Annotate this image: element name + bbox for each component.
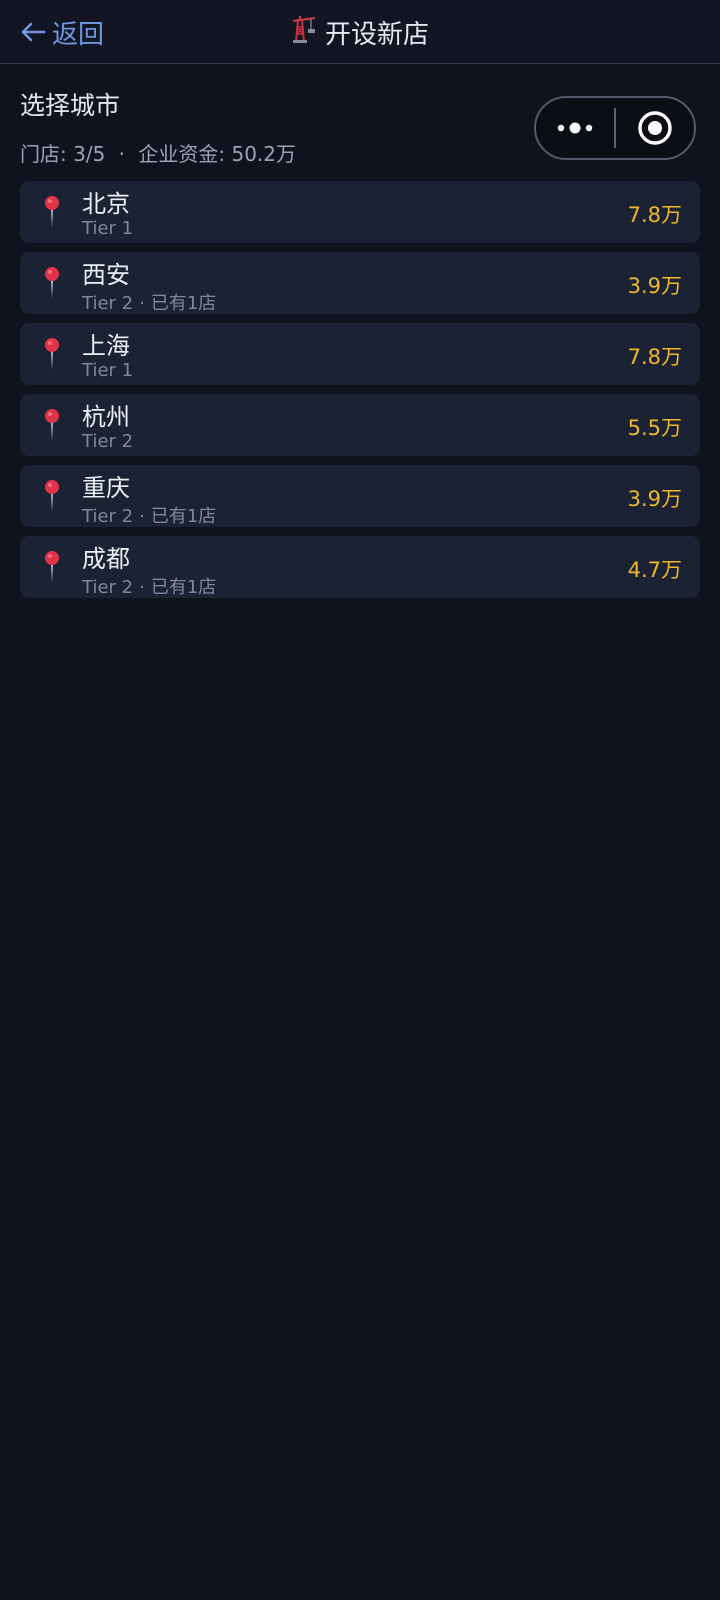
city-cost: 7.8万 [627,345,682,369]
city-cost: 5.5万 [627,416,682,440]
city-note: 已有1店 [150,293,217,314]
map-pin-icon [42,337,62,375]
funds-value: 50.2万 [231,142,297,166]
city-meta: Tier 2 · 已有1店 [82,502,216,528]
city-card-5[interactable]: 成都 Tier 2 · 已有1店 4.7万 [20,536,700,598]
funds-label: 企业资金: [138,142,226,166]
stores-value: 3/5 [73,142,106,166]
crane-icon [291,15,317,50]
mini-program-capsule [534,96,696,160]
city-name: 重庆 [82,474,130,502]
heading-block: 选择城市 [20,86,120,122]
more-dots-icon[interactable] [536,98,614,158]
city-name: 杭州 [82,403,130,431]
city-card-4[interactable]: 重庆 Tier 2 · 已有1店 3.9万 [20,465,700,527]
separator-dot: · [118,142,126,166]
city-card-2[interactable]: 上海 Tier 1 7.8万 [20,323,700,385]
city-meta: Tier 2 · 已有1店 [82,289,216,315]
city-tier: Tier 1 [82,218,134,239]
city-tier: Tier 2 [82,577,134,598]
city-name: 北京 [82,190,130,218]
city-name: 西安 [82,261,130,289]
city-note: 已有1店 [150,506,217,527]
stores-label: 门店: [20,142,67,166]
city-meta: Tier 1 [82,218,133,239]
map-pin-icon [42,550,62,588]
map-pin-icon [42,266,62,304]
target-circle-icon[interactable] [616,98,694,158]
city-meta: Tier 1 [82,360,133,381]
city-note: 已有1店 [150,577,217,598]
city-card-0[interactable]: 北京 Tier 1 7.8万 [20,181,700,243]
city-cost: 4.7万 [627,558,682,582]
city-tier: Tier 2 [82,506,134,527]
city-name: 成都 [82,545,130,573]
city-cost: 7.8万 [627,203,682,227]
city-name: 上海 [82,332,130,360]
map-pin-icon [42,195,62,233]
page-title: 开设新店 [0,14,720,50]
top-bar: 返回 开设新店 [0,0,720,64]
city-tier: Tier 2 [82,293,134,314]
city-tier: Tier 2 [82,431,134,452]
city-list: 北京 Tier 1 7.8万 西安 Tier 2·已有1店 3.9万 上海 [20,181,700,607]
map-pin-icon [42,479,62,517]
city-tier: Tier 1 [82,360,134,381]
title-text: 开设新店 [324,19,429,50]
city-meta: Tier 2 · 已有1店 [82,573,216,599]
city-cost: 3.9万 [627,487,682,511]
summary-line: 门店: 3/5 · 企业资金: 50.2万 [20,138,296,167]
city-card-1[interactable]: 西安 Tier 2 · 已有1店 3.9万 [20,252,700,314]
city-meta: Tier 2 [82,431,133,452]
section-heading: 选择城市 [20,91,121,120]
map-pin-icon [42,408,62,446]
separator-dot: · [139,293,145,314]
separator-dot: · [139,506,145,527]
separator-dot: · [139,577,145,598]
city-card-3[interactable]: 杭州 Tier 2 5.5万 [20,394,700,456]
city-cost: 3.9万 [627,274,682,298]
